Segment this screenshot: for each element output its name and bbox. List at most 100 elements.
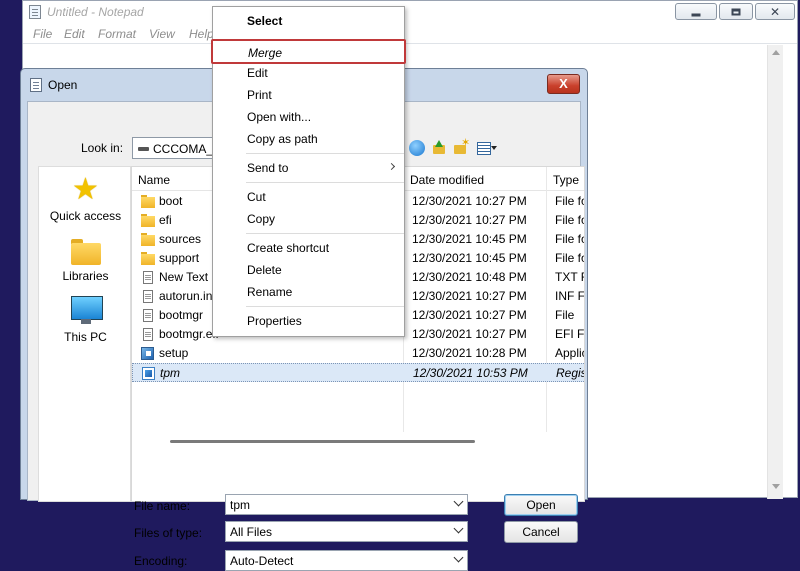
file-date-modified: 12/30/2021 10:27 PM <box>412 194 527 208</box>
menu-item-send-to[interactable]: Send to <box>213 158 406 178</box>
file-name-value: tpm <box>230 498 251 512</box>
back-icon[interactable] <box>409 140 425 156</box>
setup-app-icon <box>141 347 154 360</box>
file-name-label: File name: <box>134 499 191 513</box>
files-of-type-label: Files of type: <box>134 526 203 540</box>
file-type: Applic <box>555 346 585 360</box>
notepad-vertical-scrollbar[interactable] <box>767 45 783 499</box>
menu-item-label: Rename <box>247 285 293 299</box>
notepad-titlebar[interactable]: Untitled - Notepad ✕ <box>23 1 797 23</box>
scroll-down-icon[interactable] <box>772 484 780 489</box>
file-type: File fo <box>555 194 585 208</box>
dialog-close-button[interactable]: X <box>547 74 580 94</box>
file-icon <box>143 271 153 284</box>
file-name-input[interactable]: tpm <box>225 494 468 515</box>
file-name: autorun.inf <box>159 289 216 303</box>
file-date-modified: 12/30/2021 10:48 PM <box>412 270 527 284</box>
folder-icon <box>141 195 155 208</box>
drive-icon <box>138 147 149 151</box>
file-type: File fo <box>555 232 585 246</box>
menu-item-cut[interactable]: Cut <box>213 187 406 207</box>
chevron-down-icon <box>453 552 464 563</box>
place-libraries[interactable]: Libraries <box>39 239 132 283</box>
file-row[interactable]: setup 12/30/2021 10:28 PM Applic <box>132 344 585 363</box>
menu-item-copy-as-path[interactable]: Copy as path <box>213 129 406 149</box>
menu-item-label: Send to <box>247 161 289 175</box>
notepad-title: Untitled - Notepad <box>47 5 144 19</box>
folder-icon <box>141 233 155 246</box>
file-date-modified: 12/30/2021 10:45 PM <box>412 232 527 246</box>
file-date-modified: 12/30/2021 10:53 PM <box>413 366 528 380</box>
file-name: boot <box>159 194 183 208</box>
registry-file-icon <box>142 367 155 380</box>
encoding-dropdown[interactable]: Auto-Detect <box>225 550 468 571</box>
place-quick-access[interactable]: ★ Quick access <box>39 173 132 224</box>
menu-item-label: Merge <box>248 46 283 60</box>
star-icon: ★ <box>72 173 99 206</box>
menu-item-delete[interactable]: Delete <box>213 260 406 280</box>
maximize-button[interactable] <box>719 3 753 20</box>
menu-item-label: Cut <box>247 190 266 204</box>
view-menu-icon[interactable] <box>477 140 499 156</box>
place-this-pc[interactable]: This PC <box>39 296 132 344</box>
menu-view[interactable]: View <box>149 27 175 41</box>
horizontal-scrollbar[interactable] <box>170 440 475 443</box>
dialog-title: Open <box>48 78 78 92</box>
file-date-modified: 12/30/2021 10:28 PM <box>412 346 527 360</box>
file-name: tpm <box>160 366 181 380</box>
menu-edit[interactable]: Edit <box>64 27 85 41</box>
menu-item-open-with[interactable]: Open with... <box>213 107 406 127</box>
menu-item-properties[interactable]: Properties <box>213 311 406 331</box>
menu-file[interactable]: File <box>33 27 52 41</box>
file-date-modified: 12/30/2021 10:27 PM <box>412 327 527 341</box>
file-row[interactable]: tpm 12/30/2021 10:53 PM Regis <box>132 363 584 382</box>
minimize-button[interactable] <box>675 3 717 20</box>
scroll-up-icon[interactable] <box>772 50 780 55</box>
chevron-down-icon[interactable] <box>453 496 464 507</box>
file-type: EFI Fi <box>555 327 585 341</box>
menu-help[interactable]: Help <box>189 27 214 41</box>
menu-item-label: Copy <box>247 212 276 226</box>
menu-item-merge[interactable]: Merge <box>211 39 406 64</box>
folder-icon <box>141 214 155 227</box>
context-menu: Select Merge Edit Print Open with... Cop… <box>211 6 406 337</box>
menu-item-select[interactable]: Select <box>213 11 406 31</box>
menu-separator <box>246 182 404 183</box>
cancel-button[interactable]: Cancel <box>504 521 578 543</box>
menu-item-label: Create shortcut <box>247 241 330 255</box>
close-button[interactable]: ✕ <box>755 3 795 20</box>
menu-item-label: Select <box>247 14 283 28</box>
look-in-dropdown[interactable]: CCCOMA_X64 <box>132 137 224 159</box>
places-bar: ★ Quick access Libraries This PC <box>38 166 131 502</box>
menu-item-label: Properties <box>247 314 302 328</box>
folder-icon <box>70 239 101 265</box>
open-button[interactable]: Open <box>504 494 578 516</box>
files-of-type-dropdown[interactable]: All Files <box>225 521 468 542</box>
place-label: Quick access <box>49 209 122 223</box>
file-type: File fo <box>555 213 585 227</box>
menu-separator <box>246 306 404 307</box>
file-date-modified: 12/30/2021 10:45 PM <box>412 251 527 265</box>
file-date-modified: 12/30/2021 10:27 PM <box>412 308 527 322</box>
menu-item-edit[interactable]: Edit <box>213 63 406 83</box>
menu-item-copy[interactable]: Copy <box>213 209 406 229</box>
dialog-notepad-icon <box>30 78 42 92</box>
menu-item-rename[interactable]: Rename <box>213 282 406 302</box>
up-folder-icon[interactable] <box>431 140 447 156</box>
minimize-icon <box>691 13 701 16</box>
files-of-type-value: All Files <box>230 525 273 539</box>
column-date-modified[interactable]: Date modified <box>410 173 484 187</box>
menu-item-label: Open with... <box>247 110 312 124</box>
menu-item-create-shortcut[interactable]: Create shortcut <box>213 238 406 258</box>
column-name[interactable]: Name <box>138 173 170 187</box>
menu-format[interactable]: Format <box>98 27 136 41</box>
close-icon: X <box>559 76 568 91</box>
menu-item-label: Print <box>247 88 272 102</box>
menu-item-print[interactable]: Print <box>213 85 406 105</box>
new-folder-icon[interactable] <box>453 136 470 156</box>
folder-icon <box>141 252 155 265</box>
chevron-down-icon <box>453 523 464 534</box>
file-name: bootmgr <box>159 308 204 322</box>
file-icon <box>143 328 153 341</box>
column-type[interactable]: Type <box>553 173 579 187</box>
